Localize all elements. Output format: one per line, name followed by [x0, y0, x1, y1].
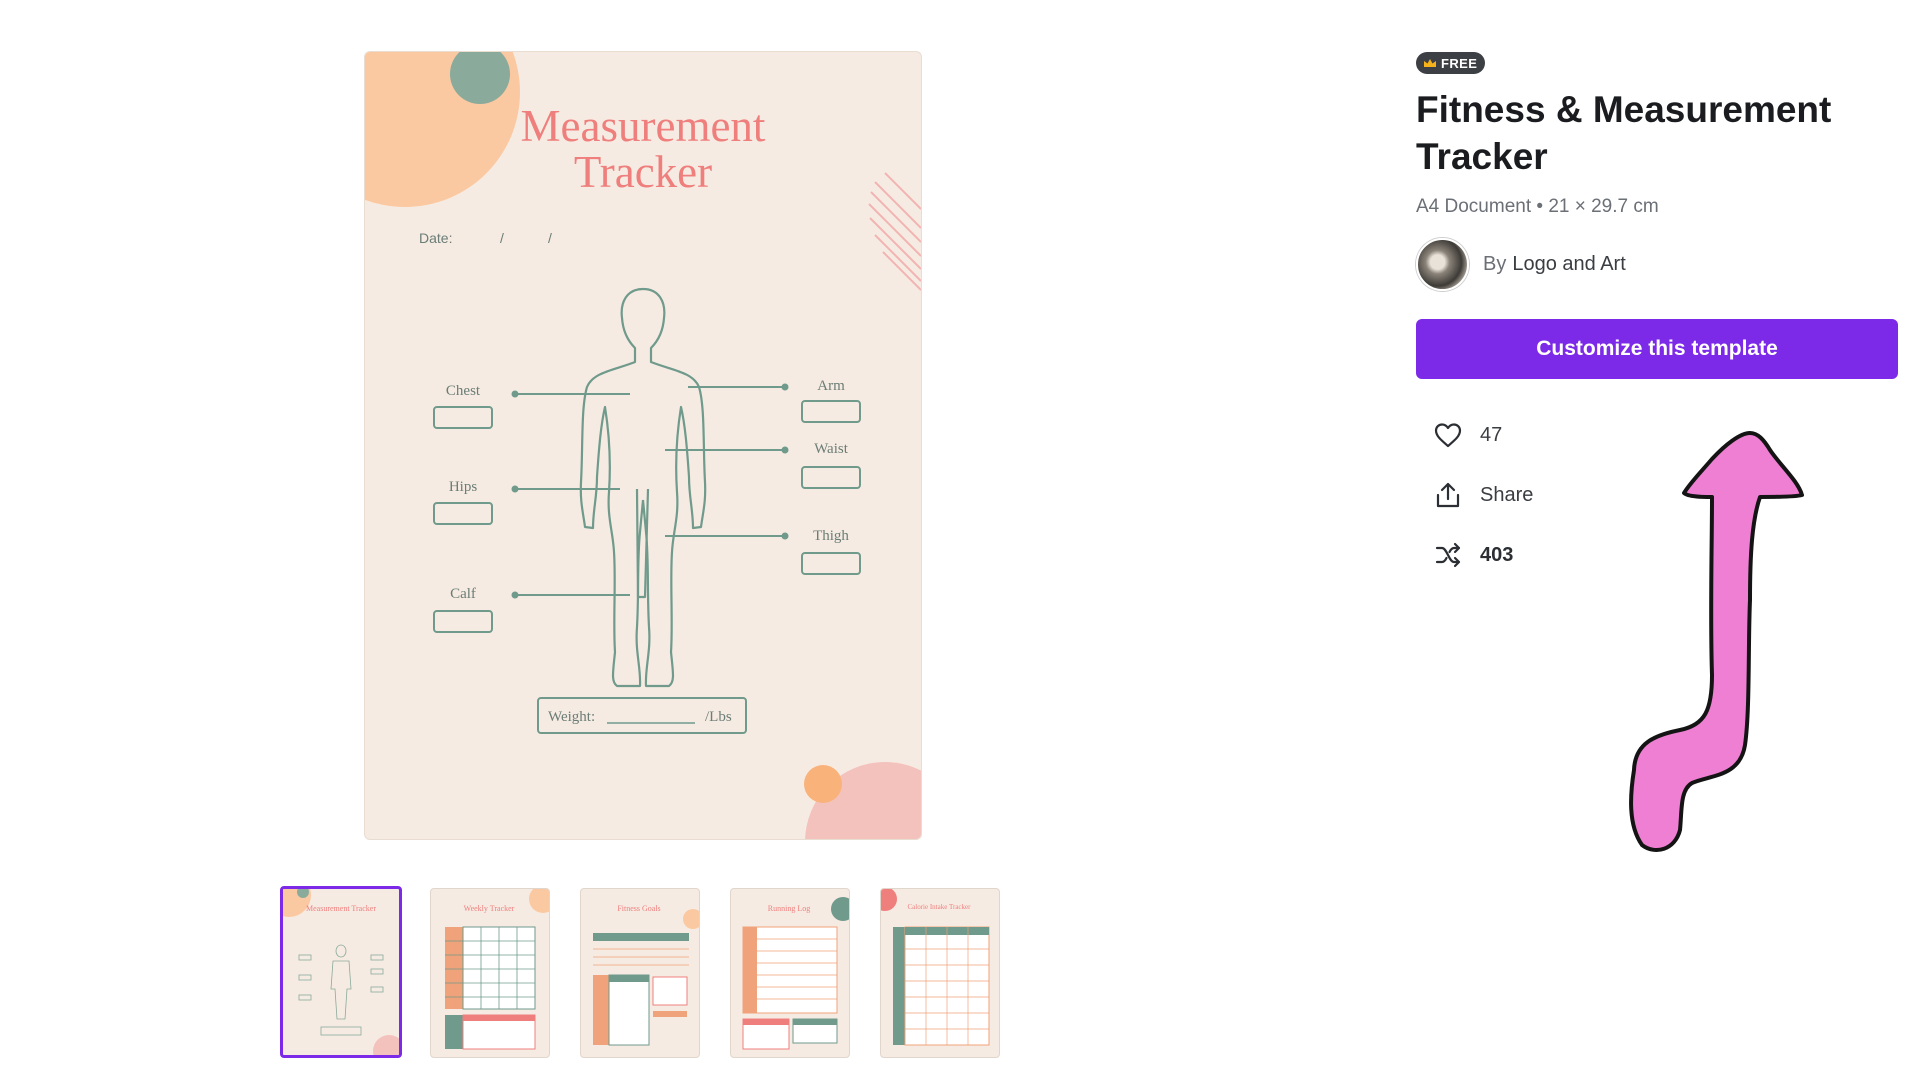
template-title: Fitness & Measurement Tracker	[1416, 89, 1832, 177]
date-label: Date:	[419, 230, 452, 246]
template-meta: A4 Document • 21 × 29.7 cm	[1416, 196, 1659, 217]
preview-title-line2: Tracker	[574, 147, 712, 197]
label-arm: Arm	[817, 378, 845, 394]
thumb-3-art: Fitness Goals	[593, 904, 699, 1046]
weight-unit: /Lbs	[705, 709, 732, 725]
thumbnail-page-5[interactable]: Calorie Intake Tracker	[880, 888, 1000, 1058]
share-icon	[1432, 479, 1464, 511]
template-preview: Measurement Tracker Date: / / Chest Hips…	[364, 51, 922, 840]
preview-title-line1: Measurement	[521, 101, 766, 151]
author-by-label: By	[1483, 253, 1507, 275]
decor-circle-orange	[804, 765, 842, 803]
thumb-1-title: Measurement Tracker	[306, 904, 376, 913]
thumb-5-title: Calorie Intake Tracker	[908, 903, 972, 911]
thumbnail-page-2[interactable]: Weekly Tracker	[430, 888, 550, 1058]
label-hips: Hips	[449, 479, 478, 495]
thumb-4-title: Running Log	[768, 904, 810, 913]
heart-icon	[1432, 419, 1464, 451]
date-sep-1: /	[500, 230, 504, 246]
label-calf: Calf	[450, 586, 476, 602]
crown-icon	[1424, 58, 1436, 67]
decor-stripes	[868, 172, 921, 291]
thumbnail-page-1[interactable]: Measurement Tracker	[280, 886, 402, 1058]
thumb-1-art: Measurement Tracker	[283, 889, 399, 1055]
thumbnail-page-3[interactable]: Fitness Goals	[580, 888, 700, 1058]
likes-count: 47	[1480, 423, 1503, 446]
author-row[interactable]: By Logo and Art	[1416, 238, 1898, 291]
author-name-link[interactable]: Logo and Art	[1512, 253, 1625, 276]
label-thigh: Thigh	[813, 528, 849, 544]
thumb-2-art: Weekly Tracker	[445, 889, 549, 1050]
free-badge: FREE	[1416, 52, 1486, 74]
thumb-5-art: Calorie Intake Tracker	[881, 889, 990, 1046]
pointer-arrow-annotation	[1629, 431, 1804, 852]
measurement-lines	[511, 383, 789, 599]
thumb-4-art: Running Log	[742, 897, 849, 1050]
free-badge-label: FREE	[1441, 55, 1478, 71]
customize-template-button[interactable]: Customize this template	[1416, 319, 1898, 379]
label-chest: Chest	[446, 383, 481, 399]
thumbnail-page-4[interactable]: Running Log	[730, 888, 850, 1058]
shuffle-icon	[1432, 539, 1464, 571]
thumb-3-title: Fitness Goals	[617, 904, 660, 913]
preview-artwork: Measurement Tracker Date: / / Chest Hips…	[365, 52, 921, 839]
label-waist: Waist	[814, 441, 849, 457]
date-sep-2: /	[548, 230, 552, 246]
thumb-2-title: Weekly Tracker	[464, 904, 515, 913]
avatar[interactable]	[1416, 238, 1469, 291]
remix-count: 403	[1480, 543, 1514, 566]
body-outline-figure	[579, 287, 707, 688]
share-label: Share	[1480, 483, 1534, 506]
weight-label: Weight:	[548, 709, 595, 725]
